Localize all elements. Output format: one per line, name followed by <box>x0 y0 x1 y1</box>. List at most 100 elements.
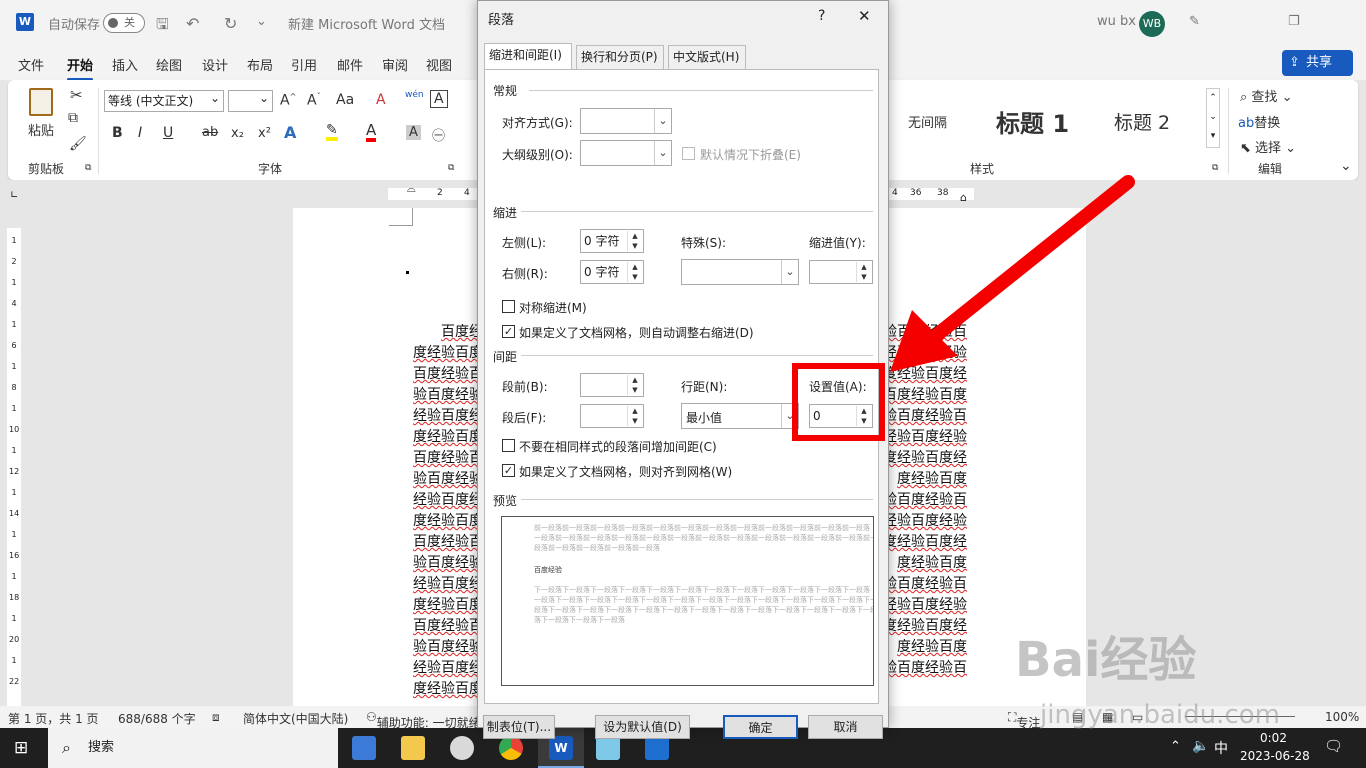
cancel-button[interactable]: 取消 <box>808 715 883 739</box>
bold-button[interactable]: B <box>112 125 123 141</box>
font-color-icon[interactable]: A <box>366 123 377 142</box>
spin-arrows-icon[interactable]: ▲ ▼ <box>627 375 642 395</box>
change-case-icon[interactable]: Aa <box>336 92 354 108</box>
page-count[interactable]: 第 1 页，共 1 页 <box>8 710 99 727</box>
tab-references[interactable]: 引用 <box>291 55 317 74</box>
collapse-checkbox[interactable] <box>682 147 695 160</box>
font-size-combo[interactable] <box>228 88 273 112</box>
phonetic-guide-icon[interactable]: wén <box>405 90 424 100</box>
save-icon[interactable]: 🖫 <box>156 14 169 39</box>
autosave-toggle[interactable]: 关 <box>103 13 145 33</box>
ime-indicator[interactable]: 中 <box>1214 738 1228 758</box>
auto-right-indent-checkbox[interactable]: ✓ <box>502 325 515 338</box>
spin-arrows-icon[interactable]: ▲ ▼ <box>627 406 642 426</box>
space-before-spinner[interactable]: ▲ ▼ <box>580 373 644 397</box>
subscript-button[interactable]: x₂ <box>231 126 244 141</box>
document-text-left[interactable]: 百度经 度经验百度 百度经验百 验百度经验 经验百度经 度经验百度 百度经验百 验百度经验 经验… <box>413 322 483 700</box>
grow-font-icon[interactable]: A^ <box>280 92 296 109</box>
close-button[interactable]: ✕ <box>858 7 871 25</box>
windows-start-icon[interactable]: ⊞ <box>14 738 28 758</box>
enclose-char-icon[interactable]: ㊀ <box>432 125 445 144</box>
ok-button[interactable]: 确定 <box>723 715 798 739</box>
notification-icon[interactable]: 🗨 <box>1324 737 1343 755</box>
char-border-icon[interactable]: A <box>430 90 448 108</box>
pen-icon[interactable]: ✎ <box>1189 14 1200 29</box>
format-painter-icon[interactable]: 🖌 <box>69 136 87 152</box>
italic-button[interactable]: I <box>138 125 142 141</box>
font-name-combo[interactable]: 等线 (中文正文) <box>104 88 224 112</box>
highlight-icon[interactable]: ✎ <box>326 123 338 141</box>
tab-layout[interactable]: 布局 <box>247 55 273 74</box>
char-shading-icon[interactable]: A <box>406 125 421 140</box>
tab-review[interactable]: 审阅 <box>382 55 408 74</box>
tab-line-page-breaks[interactable]: 换行和分页(P) <box>576 45 664 69</box>
spin-arrows-icon[interactable]: ▲ ▼ <box>627 231 642 251</box>
spin-arrows-icon[interactable]: ▲ ▼ <box>627 262 642 282</box>
styles-scroll[interactable]: ⌃ ⌄ ▾ <box>1206 88 1220 148</box>
tab-mailings[interactable]: 邮件 <box>337 55 363 74</box>
word-count[interactable]: 688/688 个字 <box>118 710 196 727</box>
tab-indents-spacing[interactable]: 缩进和间距(I) <box>484 43 572 70</box>
special-indent-dropdown[interactable]: ⌄ <box>681 259 799 285</box>
paste-button[interactable]: 粘贴 <box>26 86 58 139</box>
clear-format-icon[interactable]: A <box>376 92 386 108</box>
style-heading-1[interactable]: 标题 1 <box>996 104 1069 139</box>
blue-app-icon[interactable] <box>645 736 669 760</box>
taskbar-search[interactable]: ⌕ 搜索 <box>48 728 338 768</box>
focus-button[interactable]: ⛶ 专注 <box>1008 710 1040 730</box>
paint-app-icon[interactable] <box>450 736 474 760</box>
mirror-indents-checkbox[interactable] <box>502 300 515 313</box>
chrome-icon[interactable] <box>499 736 523 760</box>
style-no-spacing[interactable]: 无间隔 <box>908 112 947 131</box>
tray-chevron-icon[interactable]: ⌃ <box>1170 739 1181 754</box>
undo-icon[interactable]: ↶ <box>186 14 199 33</box>
space-after-spinner[interactable]: ▲ ▼ <box>580 404 644 428</box>
copy-icon[interactable]: ⧉ <box>68 110 78 126</box>
indent-by-spinner[interactable]: ▲ ▼ <box>809 260 873 284</box>
replace-button[interactable]: ab替换 <box>1238 112 1280 131</box>
volume-icon[interactable]: 🔈 <box>1192 738 1209 754</box>
tabs-button[interactable]: 制表位(T)... <box>483 715 555 739</box>
tab-asian-typography[interactable]: 中文版式(H) <box>668 45 746 69</box>
file-explorer-icon[interactable] <box>401 736 425 760</box>
accessibility-status[interactable]: ⚇ 辅助功能: 一切就绪 <box>366 710 481 730</box>
line-spacing-dropdown[interactable]: 最小值 ⌄ <box>681 403 799 429</box>
proofing-icon[interactable]: ⧈ <box>212 710 220 725</box>
clock-time[interactable]: 0:02 <box>1260 731 1287 745</box>
customize-qat-icon[interactable]: ⌄ <box>256 14 267 29</box>
tab-design[interactable]: 设计 <box>202 55 228 74</box>
share-button[interactable]: ⇪ 共享 <box>1282 50 1353 76</box>
superscript-button[interactable]: x² <box>258 126 271 141</box>
tab-selector-icon[interactable]: ∟ <box>10 190 18 201</box>
alignment-dropdown[interactable]: ⌄ <box>580 108 672 134</box>
notes-app-icon[interactable] <box>596 736 620 760</box>
task-app-icon[interactable] <box>352 736 376 760</box>
clock-date[interactable]: 2023-06-28 <box>1240 749 1310 763</box>
right-indent-spinner[interactable]: 0 字符 ▲ ▼ <box>580 260 644 284</box>
zoom-level[interactable]: 100% <box>1325 710 1359 724</box>
find-button[interactable]: ⌕ 查找 ⌄ <box>1240 86 1292 105</box>
redo-icon[interactable]: ↻ <box>224 14 237 33</box>
avatar[interactable]: WB <box>1139 11 1165 37</box>
clipboard-launcher-icon[interactable]: ⧉ <box>85 163 91 173</box>
styles-launcher-icon[interactable]: ⧉ <box>1212 163 1218 173</box>
font-launcher-icon[interactable]: ⧉ <box>448 163 454 173</box>
tab-insert[interactable]: 插入 <box>112 55 138 74</box>
tab-draw[interactable]: 绘图 <box>156 55 182 74</box>
text-effects-icon[interactable]: A <box>284 123 296 142</box>
snap-to-grid-checkbox[interactable]: ✓ <box>502 464 515 477</box>
outline-level-dropdown[interactable]: ⌄ <box>580 140 672 166</box>
indent-marker-icon[interactable]: ⌓ <box>407 182 416 196</box>
collapse-ribbon-icon[interactable]: ⌄ <box>1340 158 1352 174</box>
left-indent-spinner[interactable]: 0 字符 ▲ ▼ <box>580 229 644 253</box>
cut-icon[interactable]: ✂ <box>70 86 83 104</box>
restore-icon[interactable]: ❐ <box>1288 14 1300 29</box>
help-button[interactable]: ? <box>818 8 825 24</box>
set-default-button[interactable]: 设为默认值(D) <box>595 715 690 739</box>
spin-arrows-icon[interactable]: ▲ ▼ <box>856 262 871 282</box>
language-status[interactable]: 简体中文(中国大陆) <box>243 710 348 727</box>
strikethrough-button[interactable]: ab <box>202 125 218 140</box>
shrink-font-icon[interactable]: Aˇ <box>307 92 321 109</box>
underline-button[interactable]: U <box>163 125 173 141</box>
no-space-same-style-checkbox[interactable] <box>502 439 515 452</box>
